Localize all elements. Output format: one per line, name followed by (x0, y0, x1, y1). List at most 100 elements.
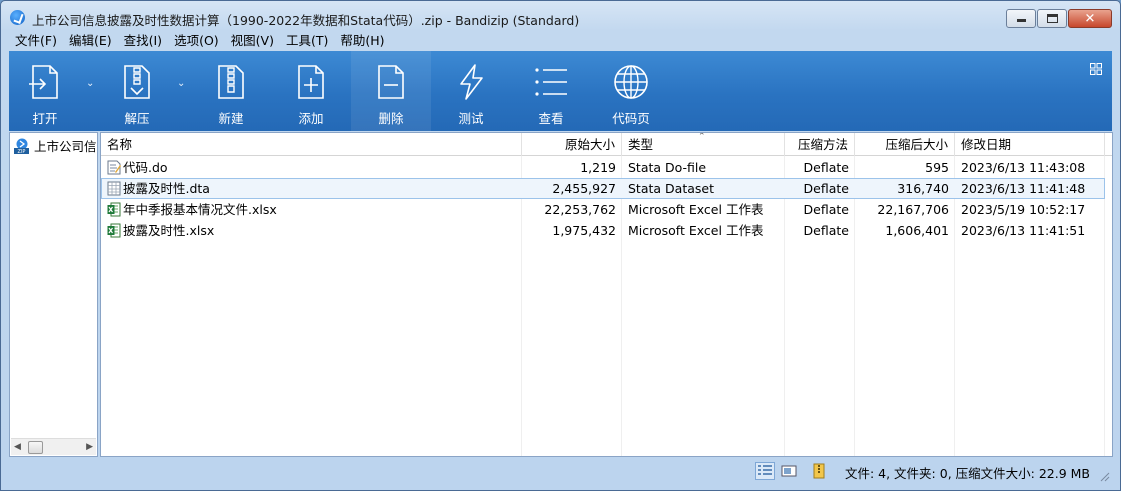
list-view-icon (535, 68, 567, 96)
file-name: 年中季报基本情况文件.xlsx (123, 202, 277, 217)
close-icon: ✕ (1084, 11, 1096, 26)
tree-item-root[interactable]: ZIP 上市公司信 (13, 136, 96, 155)
menu-edit[interactable]: 编辑(E) (63, 31, 118, 51)
file-modified: 2023/6/13 11:41:51 (961, 223, 1086, 238)
file-name: 代码.do (123, 160, 168, 175)
file-compressed-size: 595 (925, 160, 949, 175)
details-view-button[interactable] (755, 462, 775, 480)
extract-icon (124, 65, 150, 99)
status-summary: 文件: 4, 文件夹: 0, 压缩文件大小: 22.9 MB (844, 466, 1090, 481)
file-modified: 2023/6/13 11:41:48 (961, 181, 1086, 196)
new-archive-icon (218, 65, 244, 99)
file-type: Microsoft Excel 工作表 (628, 202, 764, 217)
lightning-icon (460, 64, 483, 100)
table-row[interactable]: 披露及时性.xlsx 1,975,432 Microsoft Excel 工作表… (101, 220, 1105, 241)
open-label: 打开 (32, 111, 58, 126)
table-row-selected[interactable]: 披露及时性.dta 2,455,927 Stata Dataset Deflat… (101, 178, 1105, 199)
menu-help[interactable]: 帮助(H) (334, 31, 390, 51)
open-archive-icon (29, 65, 58, 99)
file-modified: 2023/6/13 11:43:08 (961, 160, 1086, 175)
tree-horizontal-scrollbar[interactable]: ◀ ▶ (11, 438, 96, 455)
test-label: 测试 (458, 111, 484, 126)
minimize-button[interactable] (1006, 9, 1036, 28)
bandizip-logo-icon (10, 10, 25, 25)
preview-pane-icon (781, 465, 797, 477)
col-compressed-size[interactable]: 压缩后大小 (855, 133, 955, 156)
archive-info-button[interactable] (809, 462, 829, 480)
view-button[interactable]: 查看 (511, 51, 591, 131)
file-compressed-size: 316,740 (897, 181, 949, 196)
column-header: 名称 原始大小 类型 ⌃ 压缩方法 压缩后大小 修改日期 (101, 133, 1112, 156)
svg-text:ZIP: ZIP (18, 149, 26, 154)
resize-grip-icon[interactable] (1099, 471, 1110, 482)
extract-label: 解压 (124, 111, 150, 126)
close-button[interactable]: ✕ (1068, 9, 1112, 28)
codepage-button[interactable]: 代码页 (591, 51, 671, 131)
file-compressed-size: 1,606,401 (885, 223, 949, 238)
file-method: Deflate (803, 160, 849, 175)
file-type: Stata Dataset (628, 181, 714, 196)
maximize-button[interactable] (1037, 9, 1067, 28)
file-original-size: 22,253,762 (544, 202, 616, 217)
globe-icon (614, 65, 648, 99)
layout-grid-icon[interactable] (1090, 63, 1102, 75)
file-type: Microsoft Excel 工作表 (628, 223, 764, 238)
scroll-left-icon[interactable]: ◀ (14, 442, 21, 452)
extract-button[interactable]: 解压 (101, 51, 173, 131)
toolbar: 打开 ⌄ 解压 ⌄ 新建 添加 删除 测试 查看 代码页 (9, 51, 1112, 131)
col-method[interactable]: 压缩方法 (785, 133, 855, 156)
file-method: Deflate (803, 181, 849, 196)
new-archive-button[interactable]: 新建 (193, 51, 269, 131)
add-file-icon (298, 65, 324, 99)
maximize-icon (1047, 14, 1058, 23)
tree-root-label: 上市公司信 (34, 139, 96, 154)
view-label: 查看 (538, 111, 564, 126)
extract-dropdown-icon[interactable]: ⌄ (177, 78, 185, 89)
scroll-thumb[interactable] (28, 441, 43, 454)
scroll-right-icon[interactable]: ▶ (86, 442, 93, 452)
window-title: 上市公司信息披露及时性数据计算（1990-2022年数据和Stata代码）.zi… (32, 13, 580, 28)
window-controls: ✕ (1006, 9, 1112, 28)
add-button[interactable]: 添加 (272, 51, 350, 131)
file-type: Stata Do-file (628, 160, 707, 175)
file-name: 披露及时性.dta (123, 181, 210, 196)
file-method: Deflate (803, 223, 849, 238)
table-row[interactable]: 年中季报基本情况文件.xlsx 22,253,762 Microsoft Exc… (101, 199, 1105, 220)
folder-tree: ZIP 上市公司信 ◀ ▶ (9, 132, 98, 457)
status-bar: 文件: 4, 文件夹: 0, 压缩文件大小: 22.9 MB (9, 458, 1112, 484)
preview-view-button[interactable] (779, 462, 799, 480)
app-window: 上市公司信息披露及时性数据计算（1990-2022年数据和Stata代码）.zi… (0, 0, 1121, 491)
file-modified: 2023/5/19 10:52:17 (961, 202, 1086, 217)
details-view-icon (758, 465, 772, 475)
zip-archive-icon: ZIP (14, 138, 29, 154)
open-button[interactable]: 打开 (9, 51, 81, 131)
sort-ascending-icon: ⌃ (698, 132, 706, 142)
file-original-size: 1,975,432 (552, 223, 616, 238)
delete-label: 删除 (378, 111, 404, 126)
add-label: 添加 (298, 111, 324, 126)
new-label: 新建 (218, 111, 244, 126)
zip-info-icon (813, 463, 825, 479)
col-name[interactable]: 名称 (101, 133, 522, 156)
menu-find[interactable]: 查找(I) (118, 31, 168, 51)
test-button[interactable]: 测试 (432, 51, 510, 131)
file-compressed-size: 22,167,706 (877, 202, 949, 217)
file-name: 披露及时性.xlsx (123, 223, 215, 238)
menu-tools[interactable]: 工具(T) (280, 31, 334, 51)
menu-file[interactable]: 文件(F) (9, 31, 63, 51)
minimize-icon (1017, 19, 1026, 22)
file-original-size: 2,455,927 (552, 181, 616, 196)
open-dropdown-icon[interactable]: ⌄ (86, 78, 94, 89)
codepage-label: 代码页 (612, 111, 650, 126)
table-row[interactable]: 代码.do 1,219 Stata Do-file Deflate 595 20… (101, 157, 1105, 178)
file-method: Deflate (803, 202, 849, 217)
delete-button[interactable]: 删除 (351, 51, 431, 131)
col-modified[interactable]: 修改日期 (955, 133, 1105, 156)
delete-file-icon (378, 65, 404, 99)
file-list: 名称 原始大小 类型 ⌃ 压缩方法 压缩后大小 修改日期 代码.do 1,219… (100, 132, 1113, 457)
menu-view[interactable]: 视图(V) (225, 31, 280, 51)
menu-bar: 文件(F) 编辑(E) 查找(I) 选项(O) 视图(V) 工具(T) 帮助(H… (9, 31, 391, 51)
col-original-size[interactable]: 原始大小 (522, 133, 622, 156)
menu-options[interactable]: 选项(O) (168, 31, 225, 51)
file-original-size: 1,219 (580, 160, 616, 175)
